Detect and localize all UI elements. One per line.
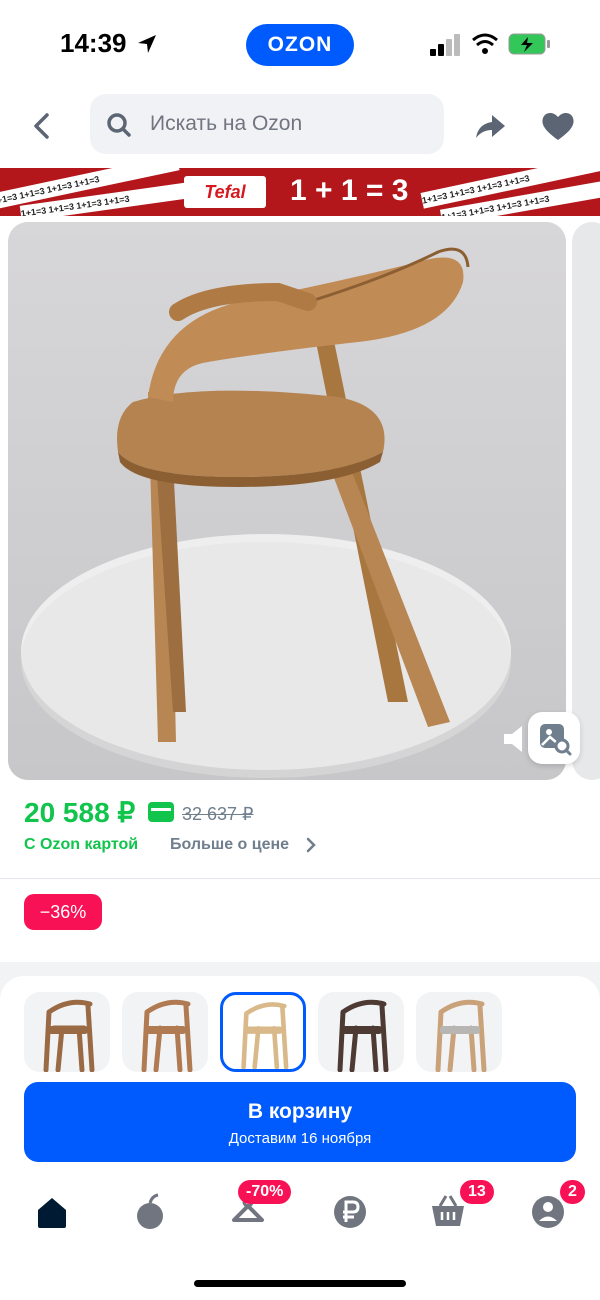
variant-swatch[interactable] [318, 992, 404, 1072]
discount-text: −36% [39, 901, 87, 922]
sale-badge-text: -70% [246, 1183, 284, 1200]
bottom-nav: -70% 13 2 [0, 1170, 600, 1300]
profile-badge: 2 [560, 1180, 585, 1204]
fresh-icon[interactable] [130, 1192, 170, 1232]
divider [0, 878, 600, 879]
ozon-card-label[interactable]: С Ozon картой [24, 836, 138, 854]
product-photo[interactable] [8, 222, 566, 780]
variant-swatch[interactable] [24, 992, 110, 1072]
price: 20 588 ₽ [24, 797, 136, 828]
ozon-card-icon [148, 802, 174, 822]
next-photo-preview[interactable] [572, 222, 600, 780]
cart-badge: 13 [460, 1180, 494, 1204]
ruble-icon[interactable] [330, 1192, 370, 1232]
variant-chair-image [141, 999, 193, 1072]
battery-icon [508, 33, 550, 55]
sound-icon[interactable] [502, 724, 530, 754]
variant-chair-image [241, 1002, 289, 1069]
top-bar: Искать на Ozon [0, 90, 600, 168]
promo-banner[interactable]: 1+1=3 1+1=3 1+1=3 1+1=3 1+1=3 1+1=3 1+1=… [0, 168, 600, 216]
old-price: 32 637 ₽ [182, 804, 254, 824]
price-section: 20 588 ₽ 32 637 ₽ С Ozon картой Больше о… [0, 790, 600, 962]
heart-icon[interactable] [538, 106, 578, 146]
more-price-link[interactable]: Больше о цене [170, 836, 289, 854]
chevron-left-icon [34, 113, 49, 139]
add-to-cart-button[interactable]: В корзину Доставим 16 ноября [24, 1082, 576, 1162]
add-to-cart-label: В корзину [247, 1100, 353, 1123]
delivery-date: Доставим 16 ноября [228, 1130, 372, 1147]
cart-area: В корзину Доставим 16 ноября [0, 1076, 600, 1170]
variant-chair-image [435, 999, 487, 1072]
variant-chair-image [43, 999, 95, 1072]
variant-swatch-selected[interactable] [220, 992, 306, 1072]
discount-badge: −36% [24, 894, 102, 930]
ozon-logo-text: OZON [267, 33, 333, 56]
search-placeholder: Искать на Ozon [150, 112, 303, 135]
wifi-icon [472, 33, 498, 54]
tefal-logo-text: Tefal [204, 181, 246, 202]
back-button[interactable] [22, 106, 62, 146]
variant-swatch[interactable] [416, 992, 502, 1072]
signal-icon [430, 34, 460, 56]
color-variants [0, 976, 600, 1076]
search-input[interactable]: Искать на Ozon [90, 94, 444, 154]
visual-search-button[interactable] [528, 712, 580, 764]
sale-badge: -70% [238, 1180, 292, 1204]
home-indicator [194, 1280, 406, 1287]
location-arrow-icon [138, 35, 156, 53]
share-icon[interactable] [470, 106, 510, 146]
clock: 14:39 [60, 28, 127, 58]
tefal-logo: Tefal [184, 176, 266, 208]
profile-badge-text: 2 [568, 1183, 577, 1200]
cart-badge-text: 13 [468, 1183, 486, 1200]
chair-image [8, 222, 566, 780]
home-icon[interactable] [32, 1192, 72, 1232]
image-search-icon [540, 724, 572, 756]
variant-chair-image [337, 999, 389, 1072]
search-icon [107, 113, 131, 137]
variant-swatch[interactable] [122, 992, 208, 1072]
ozon-logo[interactable]: OZON [246, 24, 354, 66]
chevron-right-icon [306, 837, 316, 853]
product-gallery[interactable] [0, 216, 600, 790]
status-bar: 14:39 OZON [0, 0, 600, 90]
promo-slogan: 1 + 1 = 3 [290, 174, 409, 207]
